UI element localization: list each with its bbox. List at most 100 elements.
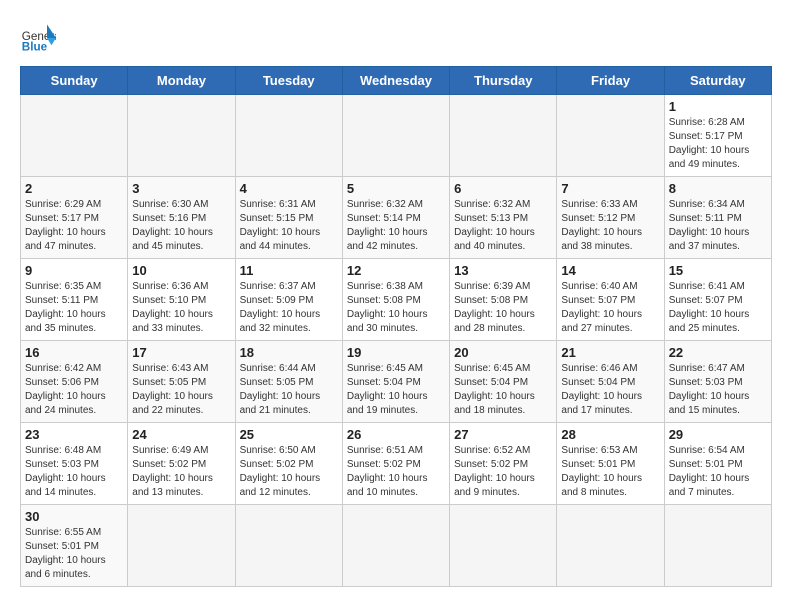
- day-info: Sunrise: 6:28 AM Sunset: 5:17 PM Dayligh…: [669, 116, 767, 172]
- day-number: 26: [347, 427, 445, 442]
- calendar-cell: 10Sunrise: 6:36 AM Sunset: 5:10 PM Dayli…: [128, 259, 235, 341]
- day-number: 1: [669, 99, 767, 114]
- calendar-cell: 11 Sunrise: 6:37 AM Sunset: 5:09 PM Dayli…: [235, 259, 342, 341]
- day-info: Sunrise: 6:55 AM Sunset: 5:01 PM Dayligh…: [25, 526, 123, 582]
- day-info: Sunrise: 6:48 AM Sunset: 5:03 PM Dayligh…: [25, 444, 123, 500]
- day-info: Sunrise: 6:41 AM Sunset: 5:07 PM Dayligh…: [669, 280, 767, 336]
- calendar-cell: 30 Sunrise: 6:55 AM Sunset: 5:01 PM Dayli…: [21, 505, 128, 587]
- day-number: 22: [669, 345, 767, 360]
- day-info: Sunrise: 6:45 AM Sunset: 5:04 PM Dayligh…: [454, 362, 552, 418]
- calendar-cell: 5 Sunrise: 6:32 AM Sunset: 5:14 PM Daylig…: [342, 177, 449, 259]
- weekday-header-monday: Monday: [128, 67, 235, 95]
- day-number: 5: [347, 181, 445, 196]
- calendar-cell: 20 Sunrise: 6:45 AM Sunset: 5:04 PM Dayli…: [450, 341, 557, 423]
- calendar-cell: 26 Sunrise: 6:51 AM Sunset: 5:02 PM Dayli…: [342, 423, 449, 505]
- calendar-cell: 15 Sunrise: 6:41 AM Sunset: 5:07 PM Dayli…: [664, 259, 771, 341]
- calendar-cell: [557, 95, 664, 177]
- page-header: General Blue: [20, 20, 772, 56]
- calendar-cell: 24 Sunrise: 6:49 AM Sunset: 5:02 PM Dayli…: [128, 423, 235, 505]
- calendar-cell: 25 Sunrise: 6:50 AM Sunset: 5:02 PM Dayli…: [235, 423, 342, 505]
- day-info: Sunrise: 6:37 AM Sunset: 5:09 PM Dayligh…: [240, 280, 338, 336]
- calendar-cell: 8Sunrise: 6:34 AM Sunset: 5:11 PM Daylig…: [664, 177, 771, 259]
- calendar-cell: [128, 95, 235, 177]
- weekday-header-sunday: Sunday: [21, 67, 128, 95]
- weekday-header-friday: Friday: [557, 67, 664, 95]
- logo: General Blue: [20, 20, 56, 56]
- calendar-cell: 6 Sunrise: 6:32 AM Sunset: 5:13 PM Daylig…: [450, 177, 557, 259]
- calendar-cell: [21, 95, 128, 177]
- calendar-cell: [128, 505, 235, 587]
- day-number: 10: [132, 263, 230, 278]
- day-number: 30: [25, 509, 123, 524]
- day-info: Sunrise: 6:30 AM Sunset: 5:16 PM Dayligh…: [132, 198, 230, 254]
- calendar-cell: 21 Sunrise: 6:46 AM Sunset: 5:04 PM Dayli…: [557, 341, 664, 423]
- day-info: Sunrise: 6:46 AM Sunset: 5:04 PM Dayligh…: [561, 362, 659, 418]
- calendar-week-row: 1 Sunrise: 6:28 AM Sunset: 5:17 PM Daylig…: [21, 95, 772, 177]
- calendar-cell: [342, 505, 449, 587]
- calendar-week-row: 16 Sunrise: 6:42 AM Sunset: 5:06 PM Dayli…: [21, 341, 772, 423]
- weekday-header-wednesday: Wednesday: [342, 67, 449, 95]
- calendar-cell: 9 Sunrise: 6:35 AM Sunset: 5:11 PM Daylig…: [21, 259, 128, 341]
- day-info: Sunrise: 6:52 AM Sunset: 5:02 PM Dayligh…: [454, 444, 552, 500]
- day-number: 14: [561, 263, 659, 278]
- calendar-cell: 4 Sunrise: 6:31 AM Sunset: 5:15 PM Daylig…: [235, 177, 342, 259]
- day-number: 4: [240, 181, 338, 196]
- day-info: Sunrise: 6:31 AM Sunset: 5:15 PM Dayligh…: [240, 198, 338, 254]
- calendar-cell: 7 Sunrise: 6:33 AM Sunset: 5:12 PM Daylig…: [557, 177, 664, 259]
- day-info: Sunrise: 6:38 AM Sunset: 5:08 PM Dayligh…: [347, 280, 445, 336]
- day-info: Sunrise: 6:50 AM Sunset: 5:02 PM Dayligh…: [240, 444, 338, 500]
- svg-text:Blue: Blue: [22, 41, 48, 54]
- day-number: 24: [132, 427, 230, 442]
- calendar-cell: [664, 505, 771, 587]
- calendar-cell: 29Sunrise: 6:54 AM Sunset: 5:01 PM Dayli…: [664, 423, 771, 505]
- calendar-cell: [557, 505, 664, 587]
- day-number: 7: [561, 181, 659, 196]
- day-number: 16: [25, 345, 123, 360]
- day-number: 28: [561, 427, 659, 442]
- logo-icon: General Blue: [20, 20, 56, 56]
- calendar-cell: 1 Sunrise: 6:28 AM Sunset: 5:17 PM Daylig…: [664, 95, 771, 177]
- calendar-cell: 3Sunrise: 6:30 AM Sunset: 5:16 PM Daylig…: [128, 177, 235, 259]
- day-info: Sunrise: 6:29 AM Sunset: 5:17 PM Dayligh…: [25, 198, 123, 254]
- day-info: Sunrise: 6:43 AM Sunset: 5:05 PM Dayligh…: [132, 362, 230, 418]
- day-info: Sunrise: 6:33 AM Sunset: 5:12 PM Dayligh…: [561, 198, 659, 254]
- day-number: 21: [561, 345, 659, 360]
- day-info: Sunrise: 6:40 AM Sunset: 5:07 PM Dayligh…: [561, 280, 659, 336]
- day-number: 9: [25, 263, 123, 278]
- day-number: 23: [25, 427, 123, 442]
- day-info: Sunrise: 6:32 AM Sunset: 5:13 PM Dayligh…: [454, 198, 552, 254]
- day-number: 12: [347, 263, 445, 278]
- day-info: Sunrise: 6:45 AM Sunset: 5:04 PM Dayligh…: [347, 362, 445, 418]
- day-number: 11: [240, 263, 338, 278]
- calendar-cell: 28 Sunrise: 6:53 AM Sunset: 5:01 PM Dayli…: [557, 423, 664, 505]
- day-info: Sunrise: 6:54 AM Sunset: 5:01 PM Dayligh…: [669, 444, 767, 500]
- day-number: 20: [454, 345, 552, 360]
- calendar-cell: 2 Sunrise: 6:29 AM Sunset: 5:17 PM Daylig…: [21, 177, 128, 259]
- day-number: 25: [240, 427, 338, 442]
- weekday-header-row: SundayMondayTuesdayWednesdayThursdayFrid…: [21, 67, 772, 95]
- day-number: 2: [25, 181, 123, 196]
- day-number: 15: [669, 263, 767, 278]
- calendar-cell: [235, 505, 342, 587]
- calendar-cell: 23 Sunrise: 6:48 AM Sunset: 5:03 PM Dayli…: [21, 423, 128, 505]
- day-number: 8: [669, 181, 767, 196]
- calendar-cell: 16 Sunrise: 6:42 AM Sunset: 5:06 PM Dayli…: [21, 341, 128, 423]
- day-info: Sunrise: 6:47 AM Sunset: 5:03 PM Dayligh…: [669, 362, 767, 418]
- day-info: Sunrise: 6:39 AM Sunset: 5:08 PM Dayligh…: [454, 280, 552, 336]
- day-info: Sunrise: 6:32 AM Sunset: 5:14 PM Dayligh…: [347, 198, 445, 254]
- day-info: Sunrise: 6:53 AM Sunset: 5:01 PM Dayligh…: [561, 444, 659, 500]
- day-info: Sunrise: 6:51 AM Sunset: 5:02 PM Dayligh…: [347, 444, 445, 500]
- day-number: 13: [454, 263, 552, 278]
- day-info: Sunrise: 6:42 AM Sunset: 5:06 PM Dayligh…: [25, 362, 123, 418]
- calendar-cell: [235, 95, 342, 177]
- day-number: 6: [454, 181, 552, 196]
- day-info: Sunrise: 6:44 AM Sunset: 5:05 PM Dayligh…: [240, 362, 338, 418]
- calendar-cell: 19Sunrise: 6:45 AM Sunset: 5:04 PM Dayli…: [342, 341, 449, 423]
- calendar-cell: 12 Sunrise: 6:38 AM Sunset: 5:08 PM Dayli…: [342, 259, 449, 341]
- day-info: Sunrise: 6:35 AM Sunset: 5:11 PM Dayligh…: [25, 280, 123, 336]
- calendar-week-row: 30 Sunrise: 6:55 AM Sunset: 5:01 PM Dayli…: [21, 505, 772, 587]
- day-info: Sunrise: 6:49 AM Sunset: 5:02 PM Dayligh…: [132, 444, 230, 500]
- day-number: 17: [132, 345, 230, 360]
- calendar-cell: [450, 95, 557, 177]
- weekday-header-saturday: Saturday: [664, 67, 771, 95]
